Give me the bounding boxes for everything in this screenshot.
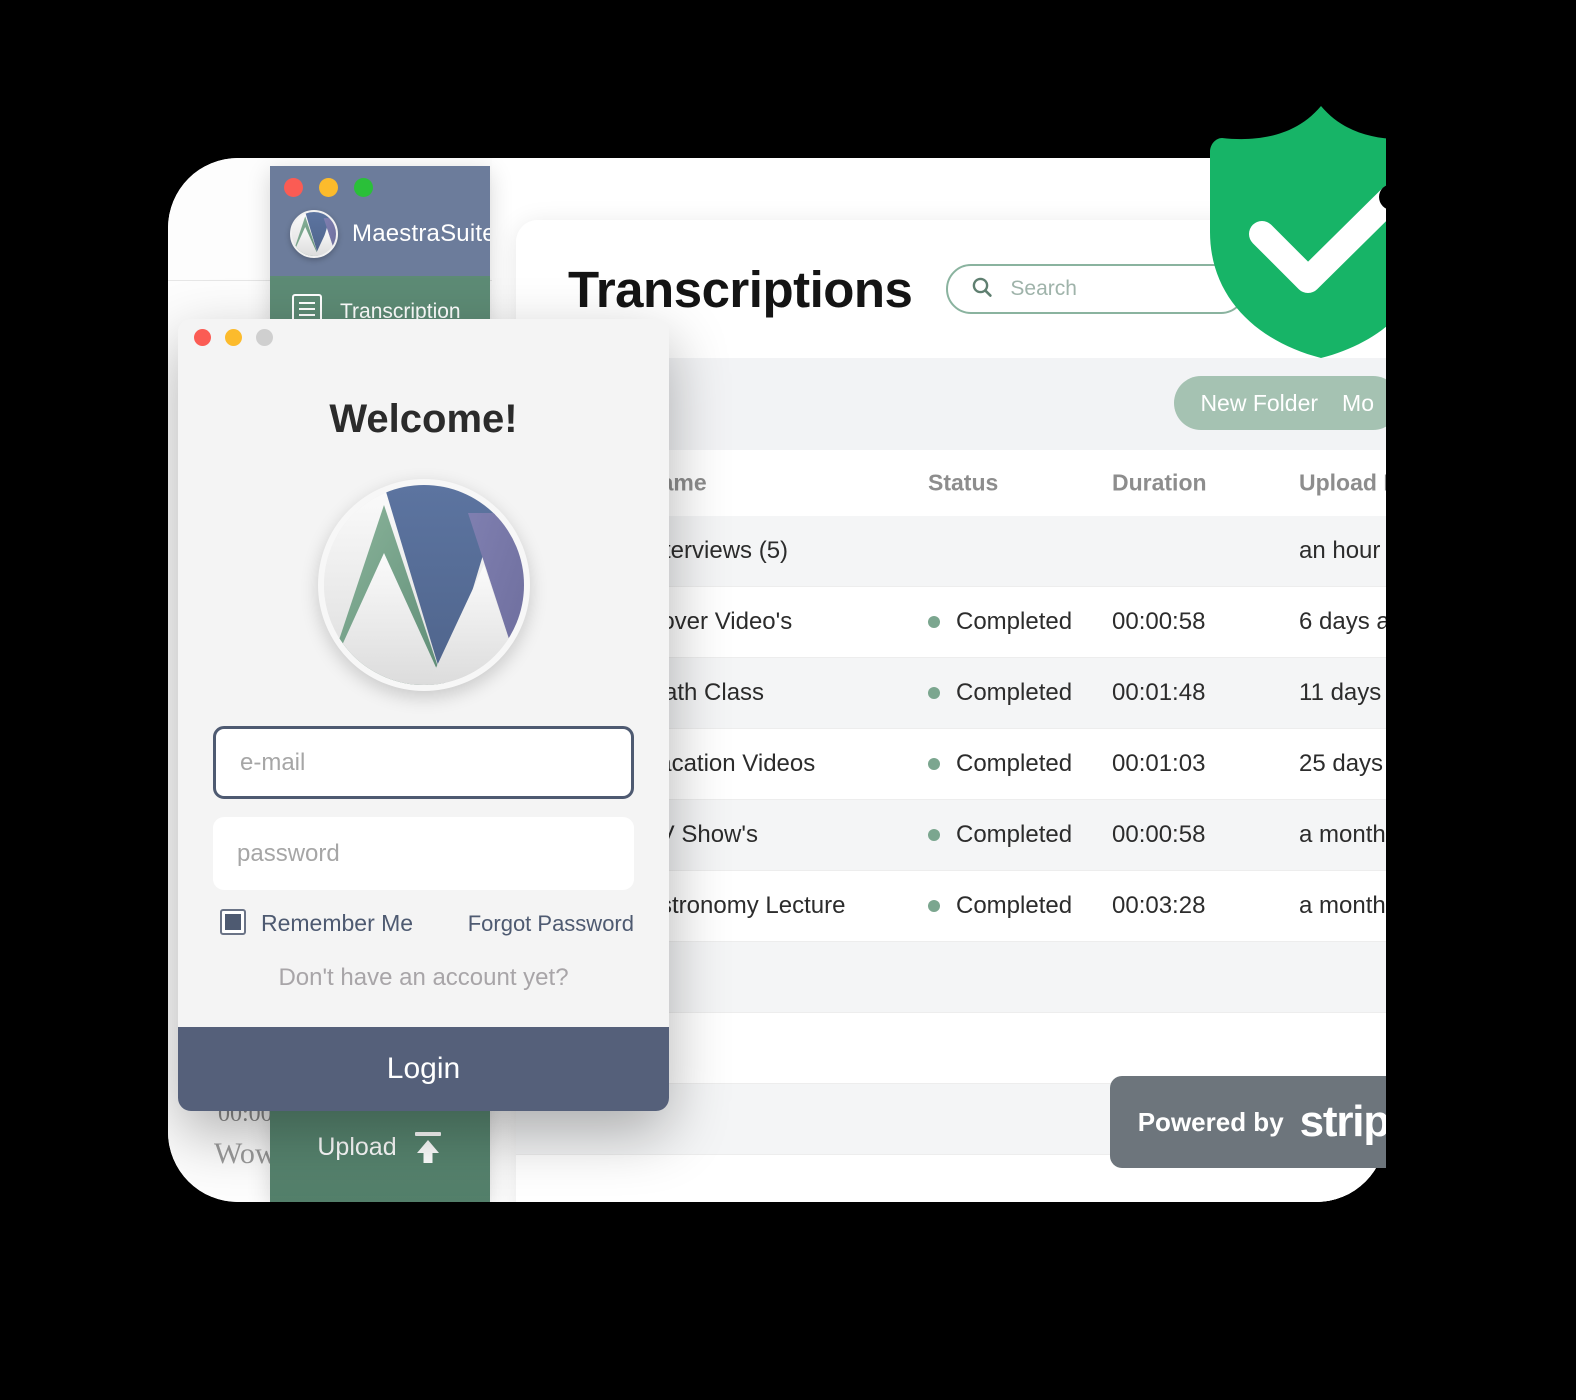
row-name: Astronomy Lecture [644,892,846,919]
window-traffic-lights [284,178,373,197]
maximize-icon[interactable] [256,329,273,346]
upload-button-label: Upload [317,1132,397,1161]
search-placeholder: Search [1010,277,1077,300]
page-title: Transcriptions [568,260,913,318]
row-duration: 00:03:28 [1112,892,1206,919]
login-traffic-lights [194,329,273,346]
row-upload-date: 6 days ag [1299,608,1386,635]
email-placeholder: e-mail [240,748,306,776]
row-status: Completed [956,750,1073,777]
row-duration: 00:00:58 [1112,821,1206,848]
forgot-password-link[interactable]: Forgot Password [468,911,634,937]
row-upload-date: 25 days a [1299,750,1386,777]
status-dot-icon [928,900,940,912]
right-clip-mask [1386,0,1576,1400]
column-header-upload-date: Upload D [1299,469,1386,496]
row-upload-date: 11 days a [1299,679,1386,706]
more-button[interactable]: Mo [1342,390,1374,417]
new-folder-button[interactable]: New Folder [1200,390,1318,417]
background-word-fragment: Wow [214,1137,277,1170]
row-upload-date: a month [1299,892,1386,919]
login-titlebar [178,319,669,361]
column-header-duration: Duration [1112,469,1207,496]
row-upload-date: an hour a [1299,537,1386,564]
maestra-logo-icon [317,479,530,691]
remember-row: Remember Me Forgot Password [213,909,634,943]
close-icon[interactable] [284,178,303,197]
minimize-icon[interactable] [319,178,338,197]
toolbar-actions-group: New Folder Mo [1174,376,1386,430]
close-icon[interactable] [194,329,211,346]
status-dot-icon [928,758,940,770]
stripe-powered-by-label: Powered by [1137,1106,1284,1137]
row-status: Completed [956,608,1073,635]
row-status: Completed [956,892,1073,919]
row-duration: 00:01:03 [1112,750,1206,777]
maestra-logo-icon [290,210,338,258]
row-upload-date: a month [1299,821,1386,848]
column-header-status: Status [928,469,999,496]
sidebar-header: MaestraSuite [270,166,490,276]
search-icon [970,275,994,304]
remember-me-checkbox[interactable] [220,909,246,935]
login-button[interactable]: Login [178,1027,669,1111]
row-duration: 00:01:48 [1112,679,1206,706]
brand: MaestraSuite [290,210,490,258]
row-status: Completed [956,821,1073,848]
screenshot-stage: Transcriptions Search New Folder Mo Name… [0,0,1576,1400]
row-status: Completed [956,679,1073,706]
bottom-clip-mask [0,1210,1576,1400]
password-field[interactable]: password [213,817,634,890]
maximize-icon[interactable] [354,178,373,197]
status-dot-icon [928,687,940,699]
minimize-icon[interactable] [225,329,242,346]
remember-me-label: Remember Me [261,910,414,936]
login-button-label: Login [386,1052,461,1085]
login-heading: Welcome! [329,397,518,441]
email-field[interactable]: e-mail [213,726,634,799]
brand-name: MaestraSuite [352,220,490,247]
upload-arrow-icon [413,1131,443,1163]
status-dot-icon [928,616,940,628]
row-name: Vacation Videos [644,750,816,777]
login-dialog: Welcome! e-mail password Remember Me For… [178,319,669,1111]
signup-link[interactable]: Don't have an account yet? [178,964,669,992]
password-placeholder: password [237,839,340,867]
row-duration: 00:00:58 [1112,608,1206,635]
status-dot-icon [928,829,940,841]
